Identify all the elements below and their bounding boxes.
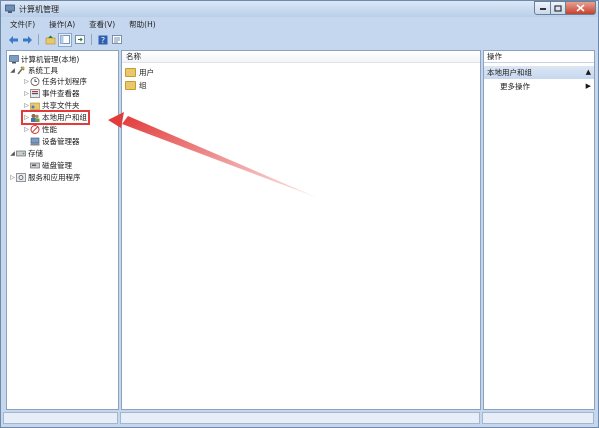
expand-arrow-icon[interactable]: ▷ <box>23 102 30 109</box>
close-button[interactable] <box>565 1 596 15</box>
tree-label: 事件查看器 <box>42 89 80 98</box>
actions-header: 操作 <box>484 51 594 63</box>
back-icon <box>8 35 18 44</box>
tools-icon <box>17 66 25 75</box>
actions-pane: 操作 本地用户和组 ▲ 更多操作 ▶ <box>483 50 595 410</box>
performance-icon <box>30 125 40 134</box>
highlight-box <box>21 110 90 125</box>
menu-file[interactable]: 文件(F) <box>3 19 42 31</box>
up-button[interactable] <box>44 34 56 46</box>
toolbar-separator <box>38 34 39 45</box>
content-list: 名称 用户 组 <box>121 50 481 410</box>
submenu-arrow-icon: ▶ <box>585 82 591 90</box>
help-icon: ? <box>98 35 108 45</box>
expand-arrow-icon[interactable]: ▷ <box>9 174 16 181</box>
tree-label: 磁盘管理 <box>42 161 72 170</box>
device-manager-icon <box>30 137 40 146</box>
clock-icon <box>30 77 40 86</box>
tree-label: 任务计划程序 <box>42 77 87 86</box>
maximize-icon <box>554 4 562 12</box>
up-icon <box>45 35 55 44</box>
tree-item-disk-management[interactable]: 磁盘管理 <box>30 160 72 171</box>
list-item-label: 用户 <box>139 68 154 77</box>
computer-management-icon <box>5 4 15 13</box>
collapse-up-icon[interactable]: ▲ <box>586 66 591 79</box>
menu-view[interactable]: 查看(V) <box>82 19 122 31</box>
forward-icon <box>22 35 32 44</box>
list-item[interactable]: 组 <box>125 80 147 91</box>
shared-folder-icon <box>30 102 40 110</box>
tree-label: 服务和应用程序 <box>28 173 81 182</box>
maximize-button[interactable] <box>550 1 566 15</box>
tree-label: 设备管理器 <box>42 137 80 146</box>
services-icon <box>16 173 26 182</box>
status-cell <box>120 412 480 424</box>
tree-item-system-tools[interactable]: ◢ 系统工具 <box>9 65 58 76</box>
list-item[interactable]: 用户 <box>125 67 154 78</box>
status-cell <box>482 412 594 424</box>
expand-arrow-icon[interactable]: ▷ <box>23 78 30 85</box>
actions-group-label: 本地用户和组 <box>487 68 532 77</box>
menu-help[interactable]: 帮助(H) <box>122 19 163 31</box>
computer-management-window: 计算机管理 文件(F) 操作(A) 查看(V) 帮助(H) ? 计算机管理(本地… <box>0 0 599 428</box>
back-button[interactable] <box>7 34 19 46</box>
column-header-name[interactable]: 名称 <box>122 51 480 63</box>
forward-button[interactable] <box>21 34 33 46</box>
collapse-arrow-icon[interactable]: ◢ <box>9 67 16 74</box>
tree-label: 系统工具 <box>28 66 58 75</box>
menu-bar: 文件(F) 操作(A) 查看(V) 帮助(H) <box>3 19 596 31</box>
export-icon <box>75 35 85 44</box>
help-button[interactable]: ? <box>97 34 109 46</box>
title-bar: 计算机管理 <box>1 1 598 17</box>
tree-item-performance[interactable]: ▷ 性能 <box>23 124 57 135</box>
tree-item-task-scheduler[interactable]: ▷ 任务计划程序 <box>23 76 87 87</box>
folder-icon <box>125 81 136 90</box>
status-cell <box>3 412 118 424</box>
tree-label: 性能 <box>42 125 57 134</box>
properties-icon <box>112 35 122 44</box>
menu-action[interactable]: 操作(A) <box>42 19 82 31</box>
tree-label: 存储 <box>28 149 43 158</box>
properties-button[interactable] <box>111 34 123 46</box>
folder-icon <box>125 68 136 77</box>
more-actions-item[interactable]: 更多操作 ▶ <box>500 81 592 92</box>
disk-management-icon <box>30 162 40 169</box>
expand-arrow-icon[interactable]: ▷ <box>23 126 30 133</box>
svg-text:?: ? <box>101 36 105 45</box>
toolbar-separator <box>91 34 92 45</box>
more-actions-label: 更多操作 <box>500 82 530 91</box>
tree-item-event-viewer[interactable]: ▷ 事件查看器 <box>23 88 80 99</box>
actions-group-local-users[interactable]: 本地用户和组 ▲ <box>484 66 594 79</box>
minimize-icon <box>539 8 546 10</box>
navigation-tree: 计算机管理(本地) ◢ 系统工具 ▷ 任务计划程序 ▷ 事件查看器 ▷ 共享文件… <box>6 50 119 410</box>
window-title: 计算机管理 <box>19 5 59 14</box>
expand-arrow-icon[interactable]: ▷ <box>23 90 30 97</box>
tree-item-services-apps[interactable]: ▷ 服务和应用程序 <box>9 172 81 183</box>
toolbar: ? <box>3 32 596 47</box>
export-button[interactable] <box>74 34 86 46</box>
storage-icon <box>16 150 26 157</box>
show-hide-tree-icon <box>60 35 70 44</box>
tree-item-storage[interactable]: ◢ 存储 <box>9 148 43 159</box>
tree-item-device-manager[interactable]: 设备管理器 <box>30 136 80 147</box>
computer-management-icon <box>9 55 19 64</box>
close-icon <box>576 4 585 12</box>
tree-label: 计算机管理(本地) <box>21 55 80 64</box>
collapse-arrow-icon[interactable]: ◢ <box>9 150 16 157</box>
tree-item-root[interactable]: 计算机管理(本地) <box>9 54 79 65</box>
event-viewer-icon <box>30 89 40 98</box>
list-item-label: 组 <box>139 81 147 90</box>
show-hide-tree-button[interactable] <box>58 32 72 47</box>
status-bar <box>3 412 596 426</box>
minimize-button[interactable] <box>534 1 551 15</box>
